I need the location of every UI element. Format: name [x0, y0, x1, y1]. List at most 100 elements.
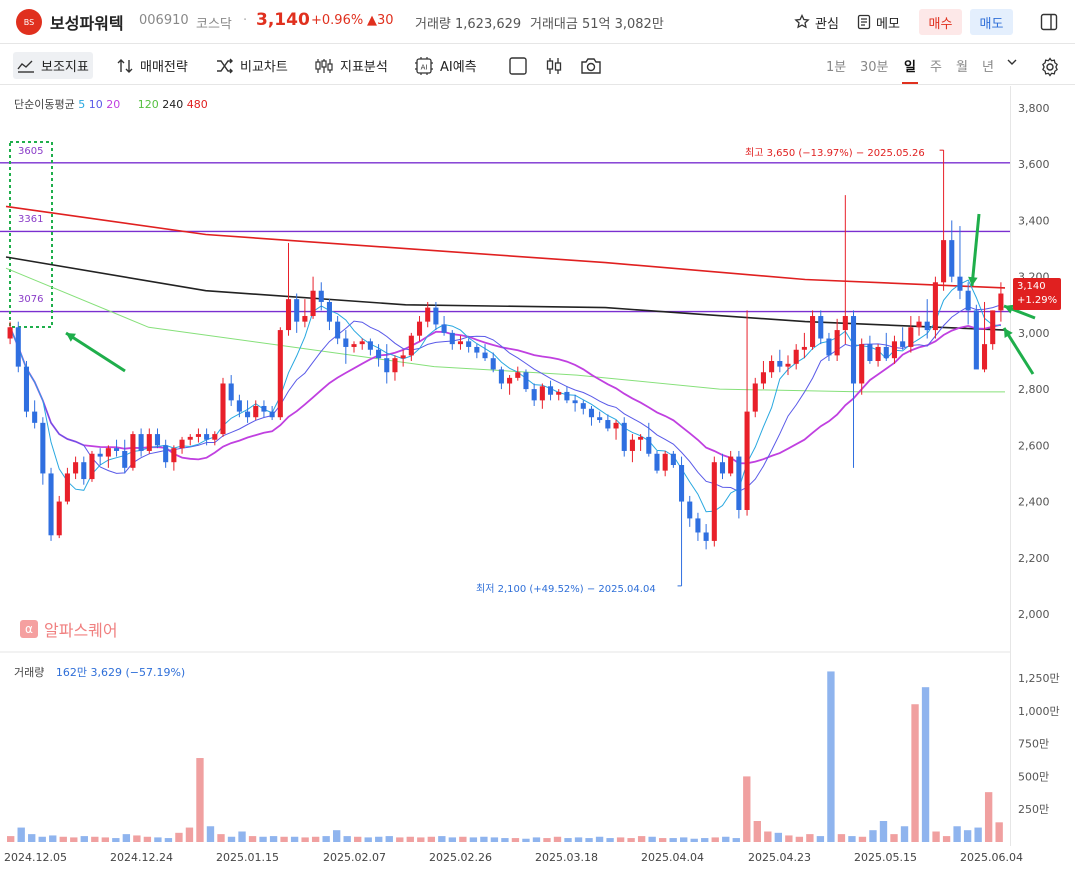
y-tick-label: 3,800	[1018, 102, 1050, 115]
buy-button[interactable]: 매수	[919, 9, 962, 35]
candle-body	[785, 363, 791, 367]
strategy-button[interactable]: 매매전략	[112, 52, 192, 79]
period-month[interactable]: 월	[956, 56, 968, 75]
low-annotation: 최저 2,100 (+49.52%) − 2025.04.04	[476, 584, 656, 595]
candle-body	[179, 439, 185, 449]
candle-body	[670, 453, 676, 466]
volume-bar	[606, 838, 614, 842]
candle-body	[187, 436, 193, 440]
candle-body	[949, 240, 955, 277]
stock-name[interactable]: 보성파워텍	[50, 10, 124, 34]
alphasquare-watermark: α 알파스퀘어	[20, 617, 118, 641]
volume-bar	[879, 821, 888, 842]
market-label: 코스닥	[196, 17, 232, 32]
candle-body	[228, 383, 234, 401]
price-chart[interactable]: 3,8003,6003,4003,2003,0002,8002,6002,400…	[0, 86, 1075, 870]
volume-bar	[637, 836, 646, 842]
level-label-3076: 3076	[18, 294, 44, 305]
candle-body	[850, 316, 857, 384]
ai-chip-icon: AI	[415, 56, 433, 75]
candle-body	[654, 453, 660, 471]
candle-body	[392, 358, 398, 373]
volume-bar	[196, 758, 204, 842]
volume-bar	[722, 836, 730, 842]
candle-body	[924, 321, 930, 331]
settings-button[interactable]	[1036, 53, 1064, 80]
candle-body	[114, 448, 120, 451]
x-tick-label: 2025.06.04	[960, 851, 1023, 864]
candle-body	[867, 344, 873, 361]
y-tick-label: 2,200	[1018, 552, 1050, 565]
candle-body	[416, 321, 423, 336]
analysis-button[interactable]: 지표분석	[310, 52, 392, 79]
candle-body	[547, 386, 554, 395]
watchlist-button[interactable]: 관심	[794, 9, 839, 35]
volume-bar	[585, 838, 593, 842]
chart-area[interactable]: 3,8003,6003,4003,2003,0002,8002,6002,400…	[0, 86, 1075, 870]
volume-bar	[984, 792, 993, 842]
candle-body	[23, 366, 30, 412]
volume-bar	[280, 836, 288, 842]
candle-analysis-icon	[315, 58, 333, 73]
volume-bar	[680, 837, 688, 842]
volume-legend-title: 거래량	[14, 666, 45, 679]
company-logo-icon: BS	[16, 9, 42, 35]
candle-body	[351, 344, 357, 347]
memo-button[interactable]: 메모	[857, 9, 900, 35]
period-year[interactable]: 년	[982, 56, 994, 75]
camera-icon	[581, 57, 601, 74]
candle-body	[965, 290, 971, 311]
volume-bar	[553, 836, 562, 842]
compare-button[interactable]: 비교차트	[212, 52, 292, 79]
sell-button[interactable]: 매도	[970, 9, 1013, 35]
candle-body	[408, 335, 414, 356]
level-label-3605: 3605	[18, 146, 44, 157]
volume-tick-label: 750만	[1018, 738, 1049, 751]
panel-toggle-button[interactable]	[1040, 9, 1058, 35]
annotation-arrow-top	[970, 213, 981, 287]
candle-body	[433, 307, 439, 325]
volume-bar	[17, 827, 25, 842]
period-week[interactable]: 주	[930, 56, 942, 75]
candle-body	[359, 341, 365, 345]
volume-bar	[848, 836, 856, 842]
candle-body	[40, 422, 46, 474]
memo-label: 메모	[876, 16, 900, 32]
annotation-arrow-left	[65, 331, 126, 373]
ai-predict-button[interactable]: AI AI예측	[410, 52, 481, 79]
screenshot-button[interactable]	[576, 52, 606, 79]
volume-bar	[175, 832, 183, 842]
ma-legend-title: 단순이동평균	[14, 98, 75, 111]
candle-body	[900, 341, 906, 347]
period-dropdown[interactable]	[1006, 56, 1018, 72]
volume-bar	[385, 836, 393, 842]
period-day[interactable]: 일	[902, 56, 918, 84]
period-30min[interactable]: 30분	[860, 56, 889, 75]
volume-bar	[301, 837, 309, 842]
chart-type-button[interactable]	[540, 52, 568, 79]
candle-body	[556, 391, 562, 395]
candle-body	[760, 372, 766, 384]
candle-body	[204, 434, 210, 440]
candle-body	[261, 405, 267, 412]
candle-body	[859, 344, 865, 384]
period-1min[interactable]: 1분	[826, 56, 846, 75]
volume-bar	[375, 836, 383, 842]
checkbox-button[interactable]	[504, 52, 532, 79]
candle-body	[990, 310, 996, 345]
candle-body	[597, 417, 603, 421]
candle-body	[580, 403, 586, 409]
volume-bar	[743, 776, 751, 842]
indicator-button[interactable]: 보조지표	[13, 52, 93, 79]
y-tick-label: 2,400	[1018, 496, 1050, 509]
ma20-label: 20	[106, 98, 121, 111]
current-price: 3,140	[256, 10, 310, 30]
volume-bar	[658, 838, 667, 842]
x-tick-label: 2025.05.15	[854, 851, 917, 864]
volume-bar	[564, 838, 572, 842]
candle-body	[376, 349, 382, 359]
candle-body	[826, 338, 832, 356]
price-tag-value: 3,140	[1017, 281, 1046, 292]
volume-tick-label: 500만	[1018, 770, 1049, 783]
volume-bar	[942, 836, 951, 842]
